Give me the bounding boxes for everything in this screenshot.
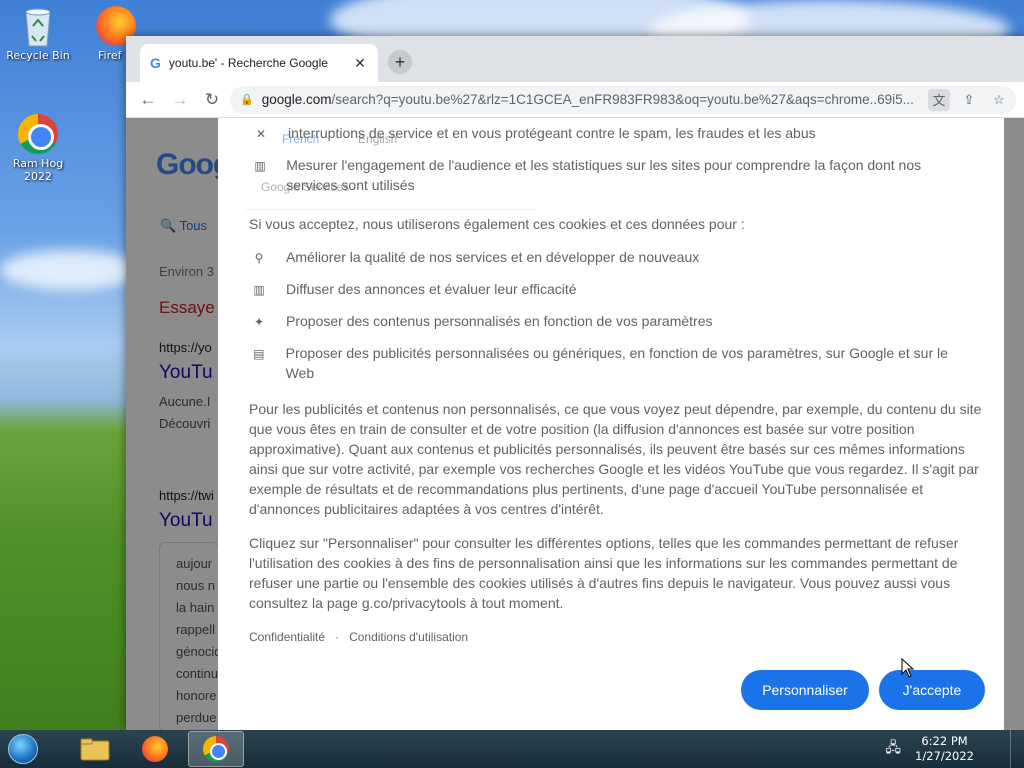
consent-paragraph: Cliquez sur "Personnaliser" pour consult…	[249, 535, 959, 611]
consent-intro: Si vous acceptez, nous utiliserons égale…	[249, 216, 745, 232]
cloud	[0, 250, 140, 290]
consent-bullet: ▥ Diffuser des annonces et évaluer leur …	[252, 279, 982, 300]
taskbar-explorer[interactable]	[68, 731, 122, 767]
system-tray: 🖧 6:22 PM 1/27/2022	[885, 730, 1024, 768]
windows-logo-icon	[8, 734, 38, 764]
desktop-icon-label: Recycle Bin	[6, 49, 70, 62]
close-tab-icon[interactable]: ✕	[352, 55, 368, 72]
forward-button[interactable]: →	[166, 86, 194, 114]
tab-strip: G youtu.be' - Recherche Google ✕ +	[126, 36, 1024, 82]
search-icon: ⚲	[254, 251, 264, 265]
browser-tab[interactable]: G youtu.be' - Recherche Google ✕	[140, 44, 378, 82]
consent-paragraph: Pour les publicités et contenus non pers…	[249, 401, 982, 517]
chart-icon: ▥	[254, 159, 266, 173]
url-text: google.com/search?q=youtu.be%27&rlz=1C1G…	[262, 92, 920, 107]
lock-icon: 🔒	[240, 94, 254, 106]
consent-bullet: ✕ interruptions de service et en vous pr…	[254, 123, 984, 144]
recycle-bin-icon	[18, 6, 58, 47]
desktop-icon-recycle-bin[interactable]: Recycle Bin	[6, 6, 70, 62]
show-desktop-button[interactable]	[1010, 730, 1024, 768]
ad-icon: ▤	[253, 347, 265, 361]
reload-button[interactable]: ↻	[198, 86, 226, 114]
taskbar: 🖧 6:22 PM 1/27/2022	[0, 730, 1024, 768]
cookie-consent-dialog: French English Google Services ✕ interru…	[218, 118, 1004, 730]
desktop: { "desktop": { "icons": [ {"label": "Rec…	[0, 0, 1024, 768]
customize-button[interactable]: Personnaliser	[741, 670, 869, 710]
start-button[interactable]	[0, 730, 46, 768]
share-icon[interactable]: ⇪	[958, 89, 980, 111]
new-tab-button[interactable]: +	[388, 50, 412, 74]
chrome-icon	[18, 114, 58, 154]
translate-icon[interactable]: 文	[928, 88, 950, 111]
chart-icon: ▥	[253, 283, 265, 297]
address-bar[interactable]: 🔒 google.com/search?q=youtu.be%27&rlz=1C…	[230, 85, 1016, 114]
chrome-window: G youtu.be' - Recherche Google ✕ + ← → ↻…	[126, 36, 1024, 730]
privacy-link[interactable]: Confidentialité	[249, 630, 325, 644]
url-path: /search?q=youtu.be%27&rlz=1C1GCEA_enFR98…	[331, 92, 914, 107]
desktop-icon-ram-hog[interactable]: Ram Hog 2022	[6, 114, 70, 183]
consent-bullet: ✦ Proposer des contenus personnalisés en…	[252, 311, 982, 332]
taskbar-chrome[interactable]	[188, 731, 244, 767]
google-favicon-icon: G	[150, 55, 161, 71]
consent-bullet: ▤ Proposer des publicités personnalisées…	[253, 345, 948, 381]
clock-date: 1/27/2022	[915, 749, 974, 763]
browser-toolbar: ← → ↻ 🔒 google.com/search?q=youtu.be%27&…	[126, 82, 1024, 118]
search-results-page: Goog 🔍 Tous Environ 3 Essaye https://yo …	[126, 118, 1024, 730]
firefox-icon	[142, 736, 168, 762]
tab-title: youtu.be' - Recherche Google	[168, 56, 328, 70]
clock-time: 6:22 PM	[921, 734, 968, 748]
chrome-icon	[203, 736, 229, 762]
sparkle-icon: ✦	[253, 315, 265, 329]
terms-link[interactable]: Conditions d'utilisation	[349, 630, 468, 644]
close-icon: ✕	[255, 127, 267, 141]
bookmark-star-icon[interactable]: ☆	[988, 89, 1010, 111]
accept-button[interactable]: J'accepte	[879, 670, 985, 710]
desktop-icon-label: Ram Hog 2022	[12, 157, 64, 183]
clock[interactable]: 6:22 PM 1/27/2022	[915, 734, 974, 764]
taskbar-firefox[interactable]	[128, 731, 182, 767]
mouse-cursor-icon	[901, 658, 915, 678]
folder-icon	[80, 738, 110, 761]
network-icon[interactable]: 🖧	[885, 737, 901, 761]
link-separator: ·	[335, 630, 340, 644]
plus-icon: +	[394, 51, 406, 72]
consent-bullet: ▥ Mesurer l'engagement de l'audience et …	[254, 157, 922, 193]
footer-links: Confidentialité · Conditions d'utilisati…	[249, 630, 468, 644]
consent-bullet: ⚲ Améliorer la qualité de nos services e…	[252, 247, 982, 268]
back-button[interactable]: ←	[134, 86, 162, 114]
url-host: google.com	[261, 92, 332, 107]
